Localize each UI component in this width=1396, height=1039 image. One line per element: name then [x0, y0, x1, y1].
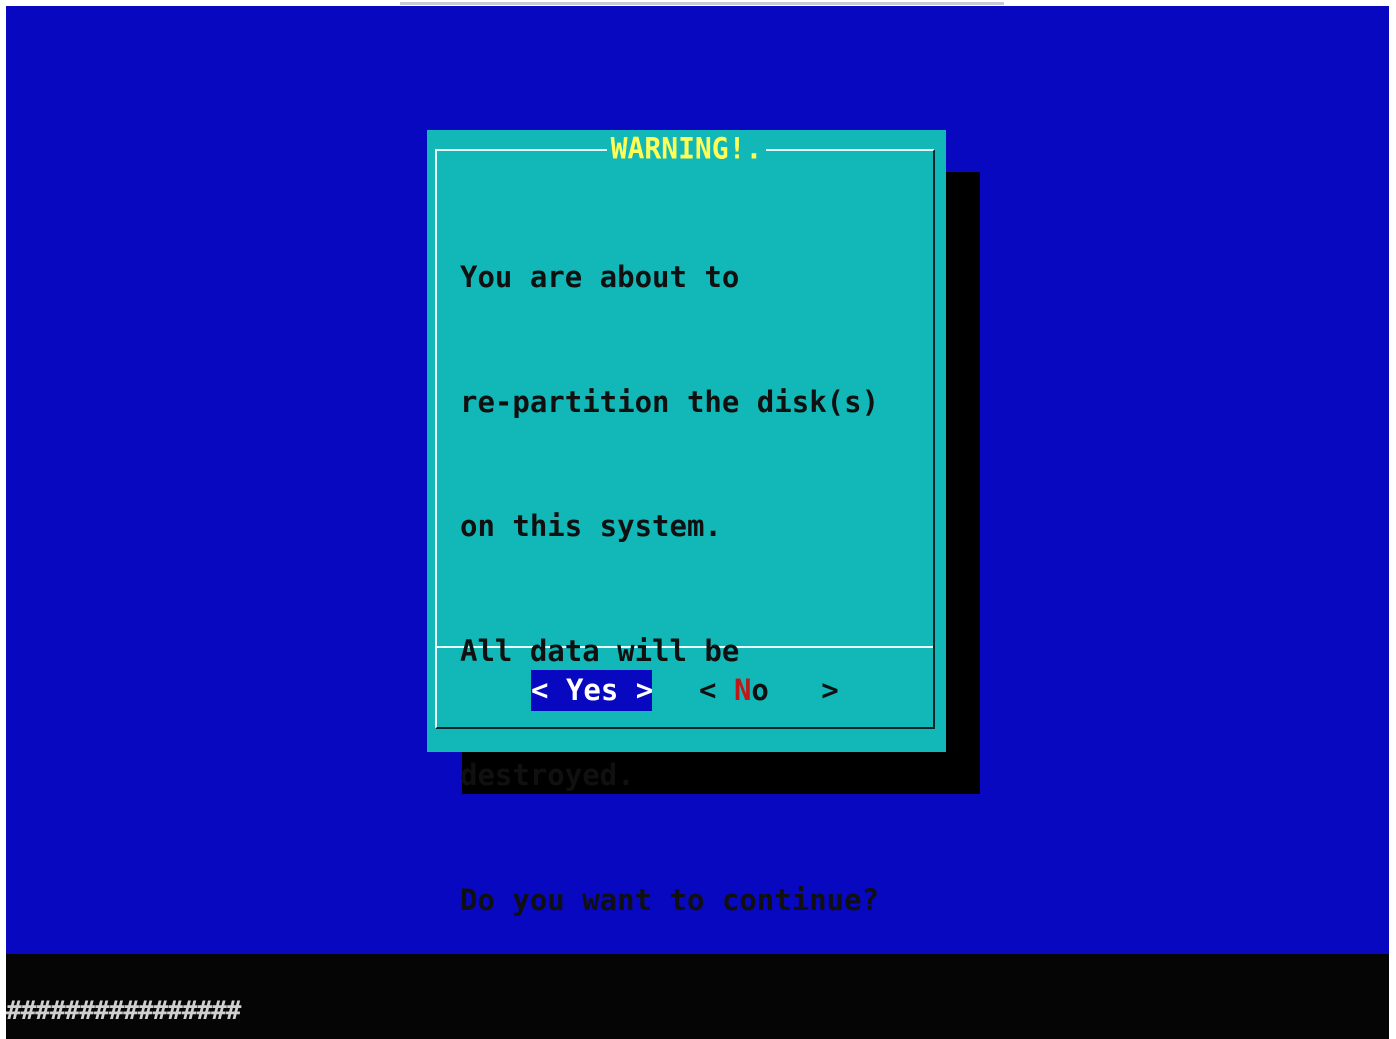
top-edge-line [400, 2, 1004, 5]
dialog-buttons: < Yes > < No > [427, 670, 946, 712]
status-bar: ################ [6, 954, 1389, 1039]
dialog-title: WARNING!. [427, 131, 946, 166]
no-button-hotkey: N [733, 673, 752, 707]
no-left-bracket: < [699, 673, 717, 707]
message-line: destroyed. [460, 758, 635, 792]
no-button[interactable]: < No > [699, 670, 839, 711]
no-button-label-rest: o [751, 673, 769, 707]
message-line: You are about to [460, 260, 740, 294]
message-line: All data will be [460, 633, 740, 668]
message-line: on this system. [460, 509, 722, 543]
message-line: re-partition the disk(s) [460, 384, 880, 419]
message-line: Do you want to continue? [460, 882, 880, 917]
dialog-title-text: WARNING!. [606, 131, 767, 166]
yes-left-bracket: < [531, 673, 549, 707]
yes-right-bracket: > [635, 673, 654, 707]
no-right-bracket: > [821, 673, 839, 707]
console-screen: WARNING!. You are about to re-partition … [6, 6, 1389, 1039]
warning-dialog: WARNING!. You are about to re-partition … [427, 130, 946, 917]
dialog-message: You are about to re-partition the disk(s… [460, 174, 930, 1004]
progress-indicator: ################ [6, 996, 241, 1026]
yes-button[interactable]: < Yes > [531, 670, 654, 711]
yes-button-label: Yes [565, 673, 619, 707]
